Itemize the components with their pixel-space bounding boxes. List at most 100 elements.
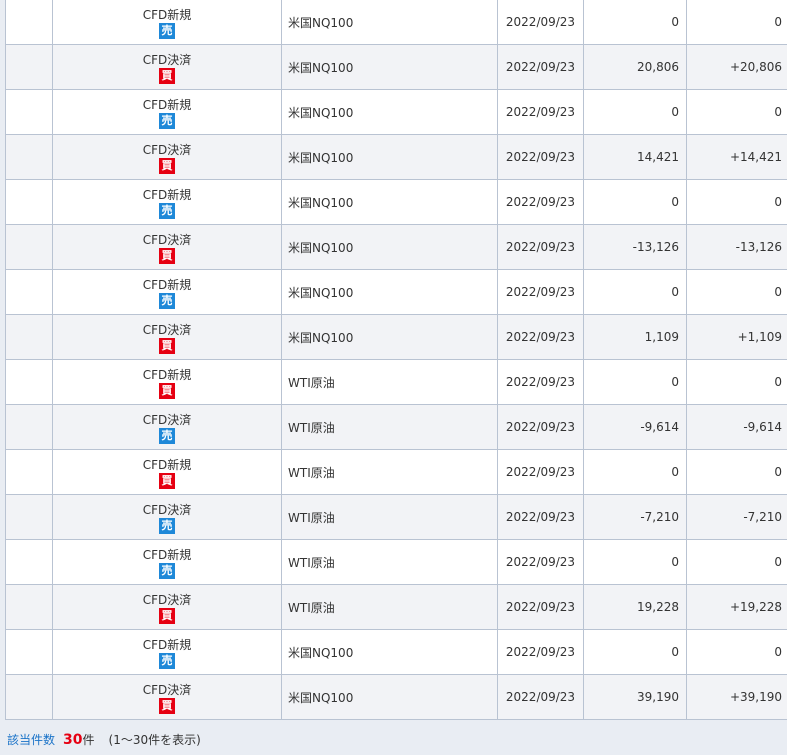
trade-side-badge: 買 (159, 67, 175, 84)
trade-date: 2022/09/23 (497, 404, 584, 450)
trade-side-badge: 売 (159, 292, 175, 309)
total-profit-loss-value: -9,614 (686, 404, 787, 450)
trade-date: 2022/09/23 (497, 674, 584, 720)
profit-loss-value: 0 (583, 449, 687, 495)
total-profit-loss-value: +20,806 (686, 44, 787, 90)
profit-loss-value: 0 (583, 269, 687, 315)
profit-loss-value: 14,421 (583, 134, 687, 180)
total-profit-loss-value: 0 (686, 629, 787, 675)
row-check-cell (5, 224, 53, 270)
trade-type-label: CFD決済 (142, 412, 192, 427)
trade-type-label: CFD決済 (142, 322, 192, 337)
trade-date: 2022/09/23 (497, 44, 584, 90)
trade-type-cell: CFD決済買 (52, 674, 282, 720)
instrument-name: 米国NQ100 (281, 224, 498, 270)
profit-loss-value: 0 (583, 179, 687, 225)
table-row: CFD決済買米国NQ100 2022/09/23 39,190 +39,190 (5, 674, 787, 720)
row-check-cell (5, 449, 53, 495)
instrument-name: WTI原油 (281, 449, 498, 495)
row-check-cell (5, 584, 53, 630)
trade-side-badge: 買 (159, 697, 175, 714)
trade-type-cell: CFD決済売 (52, 404, 282, 450)
row-check-cell (5, 539, 53, 585)
trade-date: 2022/09/23 (497, 89, 584, 135)
trade-type-cell: CFD新規買 (52, 359, 282, 405)
total-profit-loss-value: -13,126 (686, 224, 787, 270)
trade-type-label: CFD新規 (142, 187, 192, 202)
trade-side-badge: 買 (159, 382, 175, 399)
trade-history-table: CFD新規売米国NQ100 2022/09/23 0 0 CFD決済買米国NQ100 20… (5, 0, 787, 720)
trade-type-cell: CFD新規売 (52, 0, 282, 45)
row-check-cell (5, 674, 53, 720)
total-profit-loss-value: +19,228 (686, 584, 787, 630)
instrument-name: 米国NQ100 (281, 0, 498, 45)
trade-side-badge: 売 (159, 562, 175, 579)
trade-type-label: CFD新規 (142, 97, 192, 112)
total-profit-loss-value: -7,210 (686, 494, 787, 540)
trade-side-badge: 買 (159, 607, 175, 624)
profit-loss-value: -13,126 (583, 224, 687, 270)
table-row: CFD新規売米国NQ100 2022/09/23 0 0 (5, 179, 787, 225)
trade-date: 2022/09/23 (497, 449, 584, 495)
row-check-cell (5, 179, 53, 225)
result-count-value: 30 (63, 732, 83, 748)
trade-type-label: CFD新規 (142, 547, 192, 562)
trade-side-badge: 売 (159, 427, 175, 444)
profit-loss-value: 0 (583, 0, 687, 45)
trade-type-cell: CFD決済買 (52, 224, 282, 270)
trade-history-rows: CFD新規売米国NQ100 2022/09/23 0 0 CFD決済買米国NQ100 20… (5, 0, 787, 720)
trade-date: 2022/09/23 (497, 134, 584, 180)
total-profit-loss-value: 0 (686, 539, 787, 585)
profit-loss-value: 0 (583, 539, 687, 585)
row-check-cell (5, 0, 53, 45)
trade-date: 2022/09/23 (497, 359, 584, 405)
trade-side-badge: 売 (159, 202, 175, 219)
profit-loss-value: 20,806 (583, 44, 687, 90)
trade-type-label: CFD新規 (142, 367, 192, 382)
instrument-name: 米国NQ100 (281, 89, 498, 135)
profit-loss-value: 0 (583, 359, 687, 405)
profit-loss-value: 1,109 (583, 314, 687, 360)
row-check-cell (5, 89, 53, 135)
trade-type-cell: CFD新規売 (52, 539, 282, 585)
total-profit-loss-value: +14,421 (686, 134, 787, 180)
table-row: CFD新規売米国NQ100 2022/09/23 0 0 (5, 629, 787, 675)
trade-date: 2022/09/23 (497, 494, 584, 540)
profit-loss-value: 39,190 (583, 674, 687, 720)
trade-date: 2022/09/23 (497, 0, 584, 45)
trade-type-label: CFD決済 (142, 232, 192, 247)
trade-type-label: CFD新規 (142, 277, 192, 292)
result-range-text: (1〜30件を表示) (108, 733, 201, 747)
result-count-footer: 該当件数 30件 (1〜30件を表示) (7, 731, 201, 749)
total-profit-loss-value: 0 (686, 449, 787, 495)
table-row: CFD決済買米国NQ100 2022/09/23 -13,126 -13,126 (5, 224, 787, 270)
trade-side-badge: 売 (159, 517, 175, 534)
trade-type-label: CFD新規 (142, 457, 192, 472)
row-check-cell (5, 269, 53, 315)
instrument-name: 米国NQ100 (281, 44, 498, 90)
trade-side-badge: 売 (159, 652, 175, 669)
total-profit-loss-value: 0 (686, 269, 787, 315)
instrument-name: 米国NQ100 (281, 314, 498, 360)
trade-date: 2022/09/23 (497, 314, 584, 360)
trade-date: 2022/09/23 (497, 269, 584, 315)
table-row: CFD決済買 WTI原油 2022/09/23 19,228 +19,228 (5, 584, 787, 630)
result-count-label: 該当件数 (7, 733, 56, 747)
trade-type-label: CFD新規 (142, 7, 192, 22)
total-profit-loss-value: 0 (686, 359, 787, 405)
instrument-name: 米国NQ100 (281, 179, 498, 225)
row-check-cell (5, 314, 53, 360)
trade-side-badge: 売 (159, 22, 175, 39)
trade-type-label: CFD決済 (142, 52, 192, 67)
table-row: CFD新規買 WTI原油 2022/09/23 0 0 (5, 449, 787, 495)
trade-date: 2022/09/23 (497, 629, 584, 675)
instrument-name: 米国NQ100 (281, 269, 498, 315)
table-row: CFD決済買米国NQ100 2022/09/23 14,421 +14,421 (5, 134, 787, 180)
instrument-name: WTI原油 (281, 539, 498, 585)
trade-type-label: CFD決済 (142, 682, 192, 697)
table-row: CFD決済売 WTI原油 2022/09/23 -7,210 -7,210 (5, 494, 787, 540)
instrument-name: WTI原油 (281, 584, 498, 630)
row-check-cell (5, 404, 53, 450)
total-profit-loss-value: +1,109 (686, 314, 787, 360)
trade-date: 2022/09/23 (497, 539, 584, 585)
